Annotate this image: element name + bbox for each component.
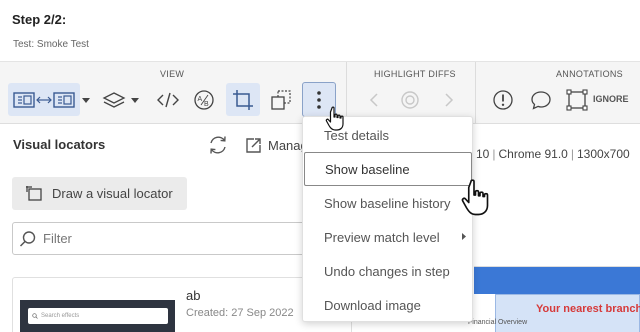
visual-locator-card[interactable]: Search effects ab Created: 27 Sep 2022 — [12, 277, 352, 332]
test-name: Test: Smoke Test — [13, 39, 89, 50]
annotations-section-label: ANNOTATIONS — [556, 69, 623, 79]
svg-text:A: A — [198, 96, 203, 103]
region-icon — [271, 89, 291, 110]
separator: | — [570, 147, 574, 161]
highlight-diffs-section-label: HIGHLIGHT DIFFS — [374, 69, 456, 79]
preview-branch-text: Your nearest branch — [536, 303, 640, 315]
more-vertical-icon — [317, 90, 321, 109]
menu-item-download-image[interactable]: Download image — [303, 288, 474, 322]
preview-financial-text: Financial Overview — [468, 319, 528, 326]
visual-locators-title: Visual locators — [13, 137, 106, 152]
preview-match-level-label: Preview match level — [324, 229, 440, 245]
crop-button[interactable] — [226, 83, 260, 116]
more-options-menu: Test details Show baseline Show baseline… — [302, 116, 473, 322]
step-title: Step 2/2: — [12, 12, 67, 27]
manage-button[interactable]: Manag — [245, 134, 308, 156]
chevron-right-small-icon — [462, 233, 466, 240]
search-icon — [19, 230, 36, 247]
preview-header-bar — [474, 267, 640, 294]
menu-item-undo-changes[interactable]: Undo changes in step — [303, 254, 474, 288]
refresh-icon — [210, 136, 226, 154]
step-header: Step 2/2: Test: Smoke Test — [0, 0, 640, 62]
compare-layout-dropdown[interactable] — [80, 83, 92, 116]
separator: | — [492, 147, 496, 161]
locator-thumbnail: Search effects — [20, 300, 175, 332]
dropdown-caret-icon — [82, 97, 90, 103]
filter-field[interactable] — [12, 222, 312, 255]
match-diff-button[interactable] — [398, 83, 422, 116]
code-view-button[interactable] — [154, 83, 182, 116]
locator-created-date: Created: 27 Sep 2022 — [186, 307, 294, 319]
compare-layout-button[interactable] — [8, 83, 80, 116]
previous-diff-button[interactable] — [364, 83, 384, 116]
crop-icon — [233, 89, 253, 110]
view-section-label: VIEW — [160, 69, 185, 79]
chevron-right-icon — [445, 92, 454, 107]
toolbar-divider — [475, 62, 476, 124]
svg-text:B: B — [204, 101, 209, 108]
menu-item-show-baseline-history[interactable]: Show baseline history — [303, 186, 474, 220]
layers-button[interactable] — [100, 83, 128, 116]
locator-name: ab — [186, 288, 201, 303]
match-icon — [401, 90, 419, 109]
thumbnail-search-text: Search effects — [41, 313, 80, 319]
next-diff-button[interactable] — [439, 83, 459, 116]
hand-cursor-icon — [325, 106, 344, 131]
draw-visual-locator-button[interactable]: Draw a visual locator — [12, 177, 187, 210]
toolbar: VIEW HIGHLIGHT DIFFS ANNOTATIONS A B — [0, 62, 640, 124]
environment-info: 10 | Chrome 91.0 | 1300x700 — [476, 147, 630, 161]
ab-compare-icon: A B — [194, 89, 214, 110]
ignore-label[interactable]: IGNORE — [593, 94, 629, 104]
region-button[interactable] — [266, 83, 296, 116]
screenshot-preview[interactable]: Your nearest branch Financial Overview — [468, 266, 640, 332]
hand-cursor-icon — [461, 179, 489, 216]
compare-layout-icon — [13, 91, 75, 108]
layers-icon — [102, 91, 126, 108]
menu-item-show-baseline[interactable]: Show baseline — [304, 152, 472, 186]
ignore-region-icon — [566, 88, 588, 111]
ab-compare-button[interactable]: A B — [190, 83, 218, 116]
ignore-region-button[interactable] — [565, 83, 589, 116]
filter-input[interactable] — [43, 231, 293, 246]
thumbnail-search-box: Search effects — [28, 308, 168, 324]
draw-region-icon — [26, 186, 42, 201]
alert-icon — [493, 89, 513, 110]
menu-item-preview-match-level[interactable]: Preview match level — [303, 220, 474, 254]
env-viewport: 1300x700 — [576, 147, 630, 161]
search-icon — [32, 313, 38, 319]
refresh-button[interactable] — [207, 134, 229, 156]
layers-dropdown[interactable] — [129, 83, 141, 116]
comment-annotation-button[interactable] — [528, 83, 554, 116]
alert-annotation-button[interactable] — [490, 83, 516, 116]
chevron-left-icon — [369, 92, 378, 107]
dropdown-caret-icon — [131, 97, 139, 103]
comment-icon — [531, 90, 551, 110]
env-version: 10 — [476, 147, 490, 161]
code-icon — [157, 92, 179, 107]
external-link-icon — [246, 137, 261, 153]
env-browser: Chrome 91.0 — [498, 147, 568, 161]
draw-visual-locator-label: Draw a visual locator — [52, 186, 173, 201]
